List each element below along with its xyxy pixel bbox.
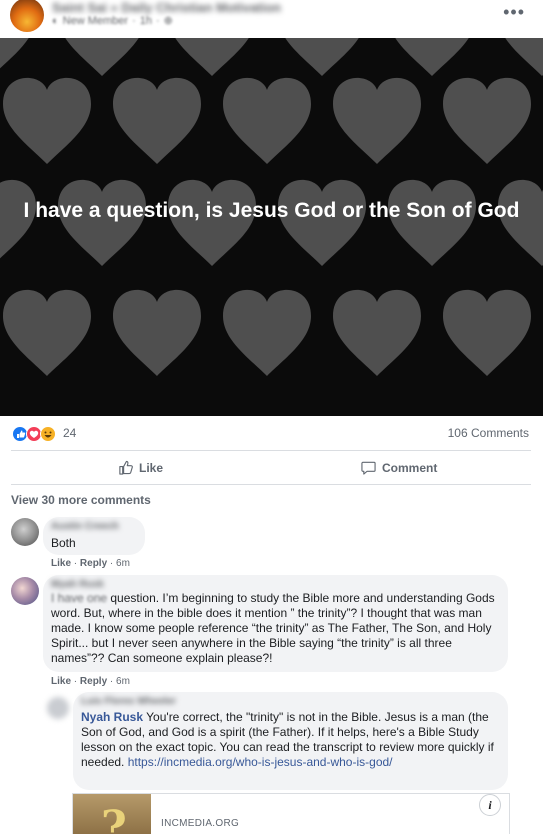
reactions-count[interactable]: 24 — [63, 426, 76, 440]
commenter-name[interactable]: Austin Creech — [51, 521, 137, 532]
comment-actions: Like · Reply · 6m — [51, 676, 130, 687]
like-button-label: Like — [139, 460, 164, 475]
comment-button-label: Comment — [382, 460, 438, 475]
commenter-name[interactable]: Myah Rusk — [51, 579, 500, 590]
hearts-row-2 — [3, 77, 531, 165]
post-time[interactable]: 1h — [140, 15, 152, 27]
link-preview-card[interactable]: ? INCMEDIA.ORG i — [72, 793, 510, 834]
group-name[interactable]: Saint Sai » Daily Christian Motivation — [52, 0, 281, 15]
member-badge-icon: ◐ — [52, 14, 59, 27]
reply-avatar[interactable] — [47, 697, 69, 719]
comment-text-blurred: I have one — [51, 591, 108, 605]
post-header: Saint Sai » Daily Christian Motivation ◐… — [0, 0, 543, 38]
more-options-icon[interactable]: ••• — [503, 2, 525, 23]
comment-like-link[interactable]: Like — [51, 558, 71, 569]
reply-link[interactable]: https://incmedia.org/who-is-jesus-and-wh… — [128, 755, 393, 769]
post-image-text: I have a question, is Jesus God or the S… — [23, 199, 520, 222]
member-badge: New Member — [62, 14, 129, 27]
reply-bubble: Luis Flores Wheeler Nyah Rusk You're cor… — [73, 692, 508, 790]
link-preview-domain[interactable]: INCMEDIA.ORG — [161, 818, 239, 829]
reply-text: Nyah Rusk You're correct, the "trinity" … — [81, 710, 500, 770]
comments-count[interactable]: 106 Comments — [448, 426, 529, 440]
like-button[interactable]: Like — [118, 460, 163, 475]
comment-text: I have one question. I’m beginning to st… — [51, 591, 500, 666]
comment-text: Both — [51, 536, 76, 550]
question-mark-icon: ? — [101, 802, 127, 834]
comment-bubble: Austin Creech Both — [43, 517, 145, 555]
comment-like-link[interactable]: Like — [51, 676, 71, 687]
hearts-row-4 — [3, 289, 531, 376]
post-actions: Like Comment — [0, 452, 543, 484]
link-preview-thumbnail[interactable]: ? — [73, 794, 151, 834]
comment-actions: Like · Reply · 6m — [51, 558, 130, 569]
post-meta: ◐ New Member · 1h · ⊕ — [52, 14, 173, 28]
comment-reply-link[interactable]: Reply — [80, 558, 107, 569]
comment-time[interactable]: 6m — [116, 676, 130, 687]
commenter-avatar[interactable] — [11, 518, 39, 546]
comment-icon — [361, 461, 376, 475]
haha-reaction-icon — [40, 426, 56, 442]
commenter-avatar[interactable] — [11, 577, 39, 605]
meta-separator: · — [155, 14, 160, 27]
comment-button[interactable]: Comment — [361, 460, 437, 475]
thumbs-up-icon — [119, 460, 133, 475]
comment-text-body: question. I’m beginning to study the Bib… — [51, 591, 495, 665]
post-image[interactable]: I have a question, is Jesus God or the S… — [0, 38, 543, 416]
divider — [11, 450, 531, 451]
divider — [11, 484, 531, 485]
info-icon[interactable]: i — [479, 794, 501, 816]
globe-icon: ⊕ — [163, 15, 173, 27]
hearts-pattern — [0, 38, 543, 376]
replier-name[interactable]: Luis Flores Wheeler — [81, 696, 500, 707]
comment-reply-link[interactable]: Reply — [80, 676, 107, 687]
comment-bubble: Myah Rusk I have one question. I’m begin… — [43, 575, 508, 672]
reply-mention[interactable]: Nyah Rusk — [81, 710, 143, 724]
meta-separator: · — [132, 14, 136, 27]
comment-time[interactable]: 6m — [116, 558, 130, 569]
hearts-row-1 — [0, 38, 543, 77]
reactions-row: 24 106 Comments — [0, 416, 543, 450]
view-more-comments[interactable]: View 30 more comments — [11, 493, 151, 507]
reaction-icons[interactable] — [12, 426, 58, 442]
group-avatar[interactable] — [10, 0, 44, 32]
